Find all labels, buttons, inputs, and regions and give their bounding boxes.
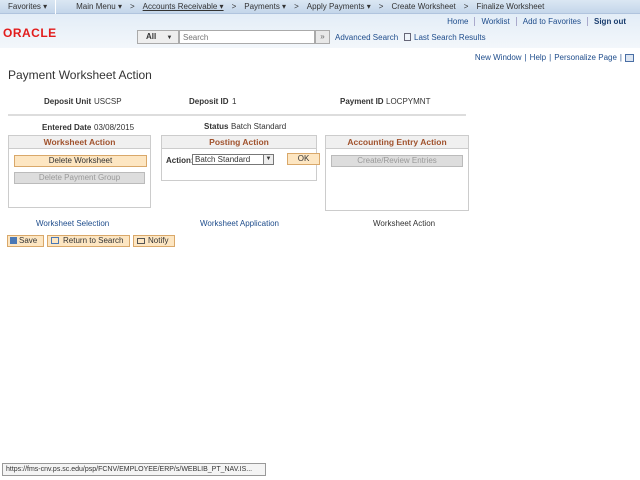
breadcrumb-apply-payments[interactable]: Apply Payments ▾ — [307, 2, 371, 11]
save-label: Save — [19, 236, 38, 245]
deposit-id-value: 1 — [232, 97, 237, 106]
status-bar-url: https://fms-cnv.ps.sc.edu/psp/FCNV/EMPLO… — [2, 463, 266, 476]
deposit-unit-label: Deposit Unit — [44, 97, 92, 106]
personalize-page-link[interactable]: Personalize Page — [554, 53, 617, 62]
notify-label: Notify — [148, 236, 169, 245]
breadcrumb-sep: > — [294, 2, 299, 11]
grid-icon[interactable] — [625, 54, 634, 62]
favorites-menu[interactable]: Favorites ▾ — [0, 0, 57, 14]
home-link[interactable]: Home — [441, 17, 474, 26]
deposit-unit-value: USCSP — [94, 97, 122, 106]
entered-date-label: Entered Date — [42, 123, 92, 132]
search-input[interactable] — [179, 30, 315, 44]
payment-id-label: Payment ID — [340, 97, 384, 106]
search-scope-select[interactable]: All ▼ — [137, 30, 179, 44]
action-select[interactable]: Batch Standard ▼ — [192, 154, 274, 165]
search-results-icon — [404, 33, 411, 41]
notify-icon — [137, 238, 145, 244]
main-menu[interactable]: Main Menu ▾ — [76, 2, 122, 11]
advanced-search-link[interactable]: Advanced Search — [335, 33, 398, 42]
status-value: Batch Standard — [231, 122, 287, 131]
search-scope-value: All — [146, 32, 157, 41]
delete-worksheet-button[interactable]: Delete Worksheet — [14, 155, 147, 167]
search-go-button[interactable]: » — [315, 30, 330, 44]
save-icon — [10, 237, 17, 244]
accounting-entry-title: Accounting Entry Action — [326, 136, 468, 149]
return-to-search-button[interactable]: Return to Search — [47, 235, 130, 247]
chevron-down-icon: ▼ — [263, 155, 273, 164]
new-window-link[interactable]: New Window — [475, 53, 522, 62]
worklist-link[interactable]: Worklist — [474, 17, 515, 26]
last-search-results-label: Last Search Results — [414, 33, 486, 42]
worksheet-application-link[interactable]: Worksheet Application — [200, 219, 279, 228]
save-button[interactable]: Save — [7, 235, 44, 247]
delete-payment-group-button[interactable]: Delete Payment Group — [14, 172, 145, 184]
add-to-favorites-link[interactable]: Add to Favorites — [515, 17, 587, 26]
breadcrumb-payments[interactable]: Payments ▾ — [244, 2, 286, 11]
chevron-down-icon: ▼ — [166, 35, 173, 41]
sign-out-link[interactable]: Sign out — [587, 17, 632, 26]
worksheet-selection-link[interactable]: Worksheet Selection — [36, 219, 109, 228]
entered-date-value: 03/08/2015 — [94, 123, 135, 132]
worksheet-action-current: Worksheet Action — [373, 219, 436, 228]
posting-action-title: Posting Action — [162, 136, 316, 149]
oracle-logo: ORACLE — [3, 26, 57, 40]
action-label: Action: — [166, 156, 194, 165]
breadcrumb-sep: > — [231, 2, 237, 11]
status-label: Status — [204, 122, 229, 131]
return-label: Return to Search — [63, 236, 124, 245]
page-title: Payment Worksheet Action — [8, 68, 152, 82]
breadcrumb-finalize-worksheet[interactable]: Finalize Worksheet — [476, 2, 544, 11]
return-icon — [51, 237, 59, 244]
breadcrumb-sep: > — [463, 2, 469, 11]
ok-button[interactable]: OK — [287, 153, 320, 165]
payment-id-value: LOCPYMNT — [386, 97, 431, 106]
divider — [8, 114, 466, 116]
deposit-id-label: Deposit ID — [189, 97, 229, 106]
last-search-results-link[interactable]: Last Search Results — [404, 33, 486, 42]
breadcrumb-sep: > — [378, 2, 384, 11]
breadcrumb-create-worksheet[interactable]: Create Worksheet — [391, 2, 455, 11]
breadcrumb-sep: > — [129, 2, 135, 11]
top-nav: Favorites ▾ Main Menu ▾ > Accounts Recei… — [0, 0, 640, 14]
accounting-entry-box: Accounting Entry Action — [325, 135, 469, 211]
help-link[interactable]: Help — [530, 53, 546, 62]
notify-button[interactable]: Notify — [133, 235, 175, 247]
action-select-value: Batch Standard — [195, 155, 251, 164]
worksheet-action-title: Worksheet Action — [9, 136, 150, 149]
create-review-entries-button[interactable]: Create/Review Entries — [331, 155, 463, 167]
header: ORACLE Home Worklist Add to Favorites Si… — [0, 14, 640, 48]
breadcrumb-accounts-receivable[interactable]: Accounts Receivable ▾ — [143, 2, 224, 11]
